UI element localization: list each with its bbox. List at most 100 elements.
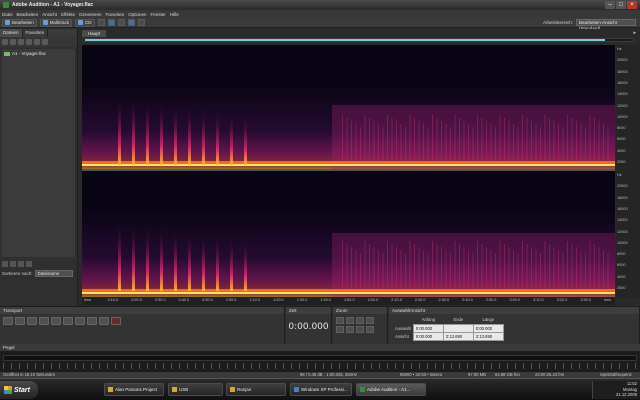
show-midi-icon[interactable] [26, 261, 32, 267]
minimize-button[interactable]: – [605, 1, 615, 9]
tool-time-selection-icon[interactable] [97, 19, 105, 26]
show-audio-icon[interactable] [2, 261, 8, 267]
edit-file-icon[interactable] [18, 39, 24, 45]
spectral-texture-line [459, 118, 460, 163]
stop-button[interactable] [3, 317, 13, 325]
spectral-texture-line [432, 241, 433, 289]
spectral-texture-line [540, 127, 541, 163]
view-length-field[interactable]: 2:13.690 [472, 331, 504, 341]
spectral-texture-line [585, 253, 586, 289]
zoom-in-amp-icon[interactable] [336, 317, 344, 324]
time-tick-label: hms [604, 298, 612, 302]
loop-button[interactable] [51, 317, 61, 325]
selection-length-field[interactable]: 0:00.000 [472, 323, 504, 333]
zoom-selection-icon[interactable] [346, 326, 354, 333]
editor-close-icon[interactable]: ▸ [633, 30, 636, 36]
go-to-end-button[interactable] [99, 317, 109, 325]
zoom-full-icon[interactable] [336, 326, 344, 333]
edit-view-button[interactable]: Bearbeiten [2, 18, 37, 27]
play-to-end-button[interactable] [39, 317, 49, 325]
frequency-tick-label: 18000 [617, 69, 628, 74]
transient-strike [132, 223, 135, 291]
show-video-icon[interactable] [18, 261, 24, 267]
show-loops-icon[interactable] [10, 261, 16, 267]
spectral-texture-line [468, 250, 469, 289]
menu-fenster[interactable]: Fenster [151, 12, 166, 17]
cd-view-button[interactable]: CD [75, 18, 95, 27]
zoom-left-icon[interactable] [356, 326, 364, 333]
menu-favoriten[interactable]: Favoriten [106, 12, 125, 17]
spectral-texture-line [486, 121, 487, 163]
tool-hand-icon[interactable] [137, 19, 145, 26]
spectral-texture-line [445, 124, 447, 163]
col-laenge: Länge [482, 317, 495, 323]
tool-spectral-icon[interactable] [107, 19, 115, 26]
pause-button[interactable] [27, 317, 37, 325]
play-button[interactable] [15, 317, 25, 325]
zoom-panel: Zoom [333, 307, 388, 345]
menu-datei[interactable]: Datei [2, 12, 13, 17]
tab-favoriten[interactable]: Favoriten [23, 29, 49, 37]
workspace-dropdown[interactable]: Bearbeiten-Ansicht (Standard) [576, 19, 636, 31]
start-button[interactable]: Start [0, 381, 38, 399]
table-row: Ansicht 0:00.000 2:13.690 2:13.690 [393, 331, 504, 341]
time-tick-label: 1:20.0 [273, 298, 284, 302]
view-start-field[interactable]: 0:00.000 [412, 331, 444, 341]
menu-effekte[interactable]: Effekte [61, 12, 75, 17]
insert-cd-icon[interactable] [34, 39, 40, 45]
taskbar-item-usb[interactable]: USB [168, 383, 223, 396]
spectral-texture-line [513, 124, 514, 163]
fast-forward-button[interactable] [87, 317, 97, 325]
play-file-icon[interactable] [42, 39, 48, 45]
main-editor: Haupt ▸ Hz 20000 18000 16000 14000 12000… [79, 29, 640, 306]
tool-marquee-icon[interactable] [127, 19, 135, 26]
menu-generieren[interactable]: Generieren [79, 12, 102, 17]
zoom-in-time-icon[interactable] [356, 317, 364, 324]
tool-lasso-icon[interactable] [117, 19, 125, 26]
transient-strike [146, 225, 149, 291]
spectral-texture-line [531, 247, 532, 289]
frequency-tick-label: 16000 [617, 80, 628, 85]
tab-haupt[interactable]: Haupt [82, 30, 107, 37]
sort-dropdown[interactable]: Dateiname [34, 270, 73, 277]
menu-ansicht[interactable]: Ansicht [42, 12, 57, 17]
close-file-icon[interactable] [10, 39, 16, 45]
list-item[interactable]: A1 - Voyager.flac [4, 51, 73, 56]
zoom-right-icon[interactable] [366, 326, 374, 333]
import-icon[interactable] [2, 39, 8, 45]
spectral-texture-line [508, 121, 510, 163]
selection-end-field[interactable] [442, 323, 474, 333]
spectral-texture-line [382, 253, 384, 289]
table-row: Auswahl 0:00.000 0:00.000 [393, 323, 504, 333]
spectral-texture-line [499, 241, 501, 289]
zoom-out-amp-icon[interactable] [346, 317, 354, 324]
transient-strike [188, 231, 191, 291]
zoom-out-time-icon[interactable] [366, 317, 374, 324]
menu-hilfe[interactable]: Hilfe [170, 12, 179, 17]
taskbar-item-ranjan[interactable]: Ranjan [226, 383, 286, 396]
spectral-frequency-display[interactable] [82, 45, 615, 297]
rewind-button[interactable] [75, 317, 85, 325]
go-to-start-button[interactable] [63, 317, 73, 325]
record-button[interactable] [111, 317, 121, 325]
frequency-tick-label: Hz [617, 173, 622, 177]
time-ruler[interactable]: hms 0:10.0 0:20.0 0:30.0 0:40.0 0:50.0 1:00.0 1… [82, 297, 615, 305]
transient-strike [244, 239, 247, 291]
insert-multitrack-icon[interactable] [26, 39, 32, 45]
menu-bearbeiten[interactable]: Bearbeiten [17, 12, 39, 17]
maximize-button[interactable]: □ [616, 1, 626, 9]
menu-optionen[interactable]: Optionen [128, 12, 146, 17]
taskbar-item-windows-xp[interactable]: Windows XP Professi... [290, 383, 352, 396]
close-button[interactable]: × [627, 1, 637, 9]
overview-bar[interactable] [82, 38, 634, 42]
transient-strike [160, 101, 163, 165]
selection-start-field[interactable]: 0:00.000 [412, 323, 444, 333]
view-end-field[interactable]: 2:13.690 [442, 331, 474, 341]
taskbar-item-alan-parsons[interactable]: Alan Parsons Project [104, 383, 164, 396]
multitrack-view-button[interactable]: Multitrack [39, 18, 73, 27]
tab-dateien[interactable]: Dateien [0, 29, 23, 37]
spectral-texture-line [342, 241, 343, 289]
taskbar-item-audition[interactable]: Adobe Audition - A1... [356, 383, 426, 396]
frequency-tick-label: 14000 [617, 218, 628, 223]
spectral-texture-line [450, 253, 451, 289]
